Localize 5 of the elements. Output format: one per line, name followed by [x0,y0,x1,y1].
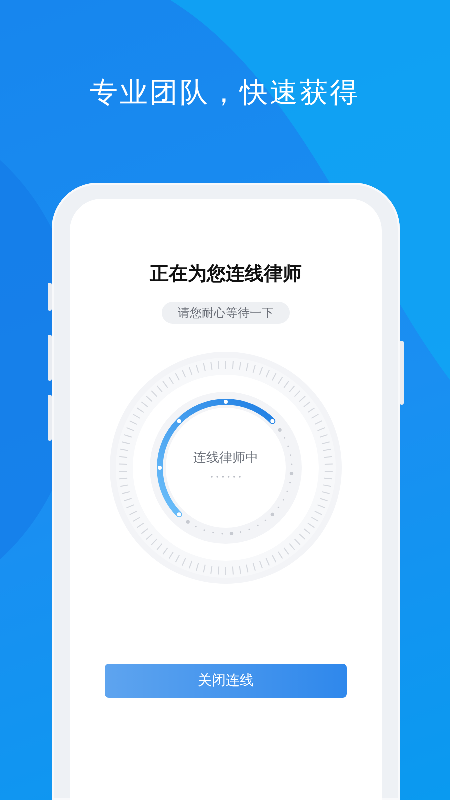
headline: 专业团队，快速获得 [90,75,360,111]
status-text: 连线律师中 [194,450,258,467]
subtitle: 请您耐心等待一下 [162,302,290,324]
screen-title: 正在为您连线律师 [150,262,302,287]
close-button[interactable]: 关闭连线 [105,664,347,698]
